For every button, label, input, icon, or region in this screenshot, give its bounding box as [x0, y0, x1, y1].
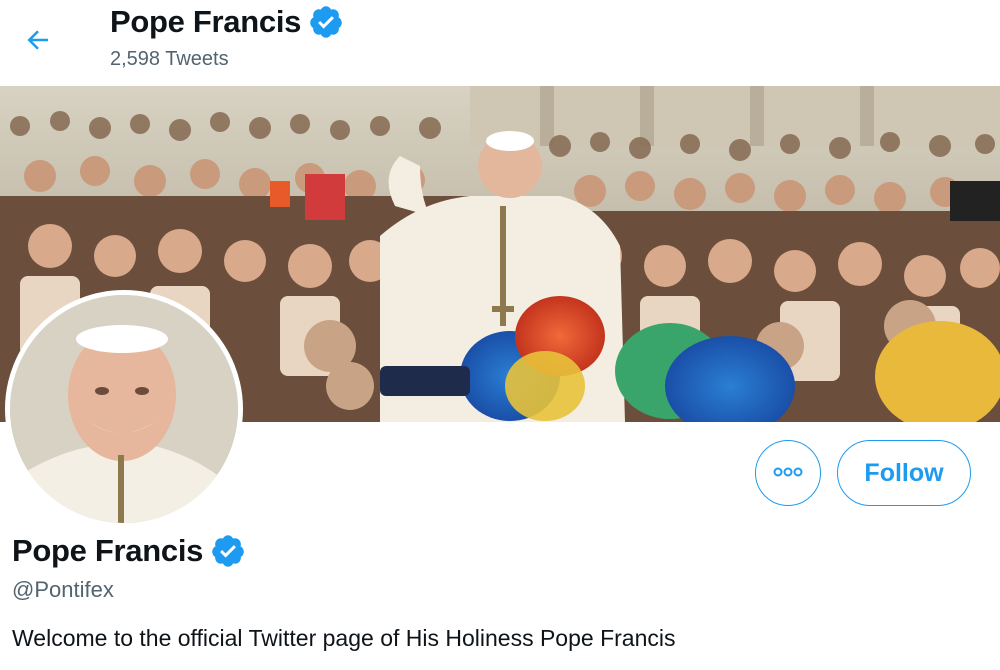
profile-display-name: Pope Francis [12, 533, 204, 568]
follow-button[interactable]: Follow [837, 440, 971, 506]
profile-handle: @Pontifex [12, 577, 114, 602]
verified-badge-icon [210, 533, 246, 569]
verified-badge-icon [308, 4, 344, 40]
more-options-button[interactable] [755, 440, 821, 506]
back-button[interactable] [18, 22, 58, 62]
header-name-row: Pope Francis [110, 4, 344, 40]
profile-name-row: Pope Francis [12, 533, 246, 569]
more-options-icon [773, 464, 803, 482]
header-title: Pope Francis [110, 4, 302, 39]
profile-header-bar: Pope Francis 2,598 Tweets [0, 0, 1000, 86]
tweet-count: 2,598 Tweets [110, 48, 229, 70]
profile-avatar-image[interactable] [5, 290, 243, 528]
profile-bio: Welcome to the official Twitter page of … [12, 625, 676, 651]
arrow-left-icon [23, 25, 53, 60]
